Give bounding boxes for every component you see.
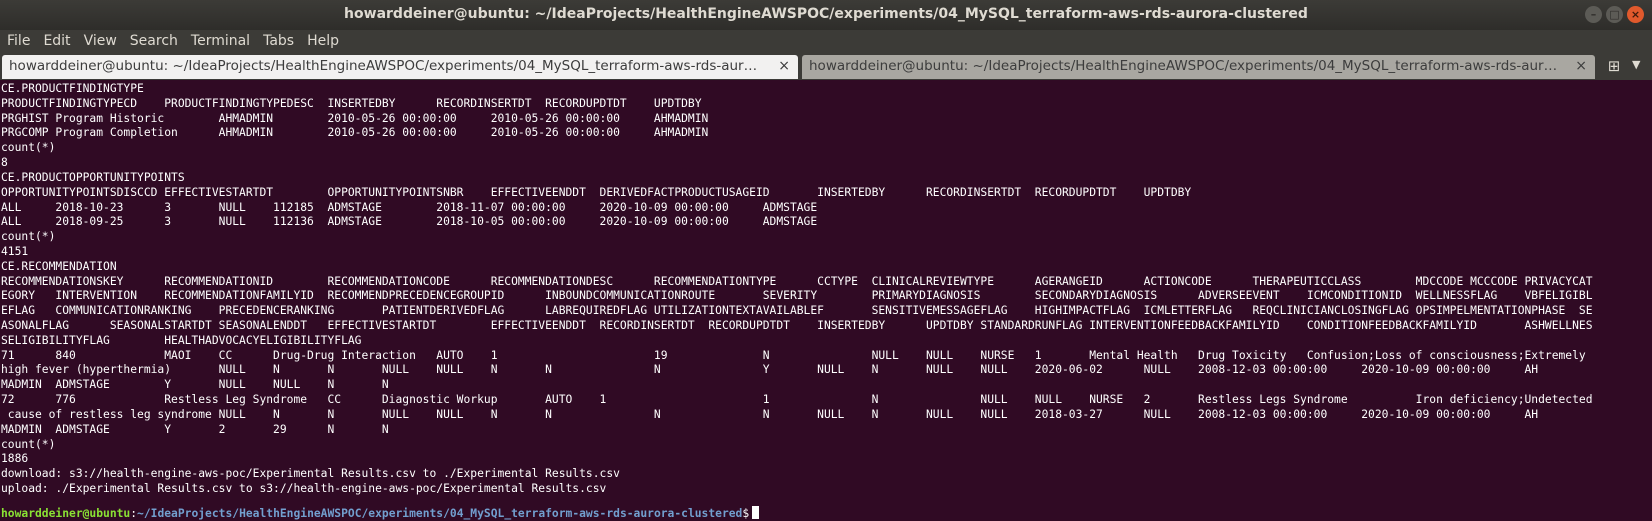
terminal-line: count(*) (1, 437, 56, 451)
terminal-line: PRODUCTFINDINGTYPECD PRODUCTFINDINGTYPED… (1, 96, 702, 110)
tab-inactive[interactable]: howarddeiner@ubuntu: ~/IdeaProjects/Heal… (802, 55, 1595, 79)
menu-bar: File Edit View Search Terminal Tabs Help (0, 30, 1652, 54)
terminal-line: OPPORTUNITYPOINTSDISCCD EFFECTIVESTARTDT… (1, 185, 1192, 199)
terminal-line: SELIGIBILITYFLAG HEALTHADVOCACYELIGIBILI… (1, 333, 362, 347)
terminal-line: count(*) (1, 230, 56, 244)
window-title: howarddeiner@ubuntu: ~/IdeaProjects/Heal… (344, 6, 1308, 22)
menu-terminal[interactable]: Terminal (184, 30, 256, 54)
tab-label: howarddeiner@ubuntu: ~/IdeaProjects/Heal… (9, 58, 758, 74)
terminal-line: 1886 (1, 452, 29, 466)
terminal-line: RECOMMENDATIONSKEY RECOMMENDATIONID RECO… (1, 274, 1593, 288)
shell-prompt[interactable]: howarddeiner@ubuntu:~/IdeaProjects/Healt… (1, 506, 760, 520)
terminal-line: MADMIN ADMSTAGE Y NULL NULL N N (1, 378, 389, 392)
terminal-output[interactable]: CE.PRODUCTFINDINGTYPE PRODUCTFINDINGTYPEC… (0, 80, 1652, 519)
menu-view[interactable]: View (77, 30, 123, 54)
terminal-line: count(*) (1, 141, 56, 155)
terminal-line: PRGCOMP Program Completion AHMADMIN 2010… (1, 126, 709, 140)
terminal-line: download: s3://health-engine-aws-poc/Exp… (1, 467, 620, 481)
terminal-line: ASONALFLAG SEASONALSTARTDT SEASONALENDDT… (1, 319, 1593, 332)
terminal-line: ALL 2018-10-23 3 NULL 112185 ADMSTAGE 20… (1, 200, 818, 214)
tab-menu-chevron-icon[interactable]: ▼ (1632, 58, 1640, 71)
menu-edit[interactable]: Edit (36, 30, 76, 54)
menu-tabs[interactable]: Tabs (256, 30, 300, 54)
window-titlebar[interactable]: howarddeiner@ubuntu: ~/IdeaProjects/Heal… (0, 0, 1652, 30)
terminal-line: upload: ./Experimental Results.csv to s3… (1, 481, 607, 495)
menu-file[interactable]: File (0, 30, 36, 54)
terminal-line: MADMIN ADMSTAGE Y 2 29 N N (1, 422, 389, 436)
terminal-line: CE.PRODUCTFINDINGTYPE (1, 82, 144, 95)
close-button[interactable]: × (1627, 6, 1644, 23)
terminal-lines: CE.PRODUCTFINDINGTYPE PRODUCTFINDINGTYPEC… (1, 82, 1593, 497)
terminal-line: 71 840 MAOI CC Drug-Drug Interaction AUT… (1, 348, 1586, 362)
menu-search[interactable]: Search (123, 30, 184, 54)
maximize-button[interactable]: □ (1606, 6, 1623, 23)
terminal-line: 8 (1, 156, 8, 170)
prompt-symbol: $ (742, 507, 750, 520)
terminal-line: CE.PRODUCTOPPORTUNITYPOINTS (1, 170, 185, 184)
prompt-user: howarddeiner@ubuntu (1, 507, 131, 520)
prompt-path: ~/IdeaProjects/HealthEngineAWSPOC/experi… (137, 507, 743, 520)
terminal-line: CE.RECOMMENDATION (1, 259, 117, 273)
window-controls: – □ × (1585, 6, 1644, 23)
minimize-button[interactable]: – (1585, 6, 1602, 23)
tab-close-icon[interactable]: × (1575, 58, 1587, 74)
new-tab-icon[interactable]: ⊞ (1604, 57, 1624, 75)
terminal-line: EFLAG COMMUNICATIONRANKING PRECEDENCERAN… (1, 304, 1593, 318)
terminal-line: ALL 2018-09-25 3 NULL 112136 ADMSTAGE 20… (1, 215, 818, 229)
terminal-line: high fever (hyperthermia) NULL N N NULL … (1, 363, 1539, 377)
terminal-line: PRGHIST Program Historic AHMADMIN 2010-0… (1, 111, 709, 125)
text-cursor (752, 506, 760, 519)
terminal-line: cause of restless leg syndrome NULL N N … (1, 407, 1539, 421)
tab-label: howarddeiner@ubuntu: ~/IdeaProjects/Heal… (809, 58, 1558, 74)
terminal-line: 4151 (1, 244, 29, 258)
terminal-line: 72 776 Restless Leg Syndrome CC Diagnost… (1, 393, 1593, 407)
menu-help[interactable]: Help (300, 30, 345, 54)
terminal-line: EGORY INTERVENTION RECOMMENDATIONFAMILYI… (1, 289, 1593, 303)
tab-bar: howarddeiner@ubuntu: ~/IdeaProjects/Heal… (0, 54, 1652, 80)
tab-close-icon[interactable]: × (778, 58, 790, 74)
tab-active[interactable]: howarddeiner@ubuntu: ~/IdeaProjects/Heal… (2, 55, 798, 79)
